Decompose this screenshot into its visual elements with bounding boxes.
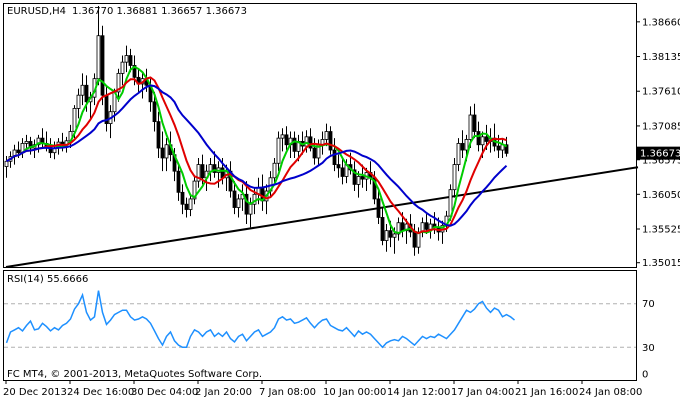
time-tick-label: 7 Jan 08:00 — [259, 387, 316, 398]
price-tick-label: 1.38135 — [642, 52, 680, 63]
rsi-tick-label: 30 — [642, 343, 655, 354]
current-price-label: 1.36673 — [637, 146, 680, 160]
chart-window: 1.38660 1.38135 1.37610 1.37085 1.36573 1.360… — [0, 0, 680, 400]
price-tick-label: 1.35525 — [642, 225, 680, 236]
price-tick-label: 1.37085 — [642, 121, 680, 132]
time-tick-label: 30 Dec 04:00 — [131, 387, 198, 398]
rsi-tick-label: 0 — [642, 370, 648, 381]
ohlc-values: 1.36770 1.36881 1.36657 1.36673 — [72, 6, 247, 17]
time-tick-label: 2 Jan 20:00 — [195, 387, 252, 398]
copyright-text: FC MT4, © 2001-2013, MetaQuotes Software… — [7, 369, 262, 380]
price-tick-label: 1.36050 — [642, 190, 680, 201]
time-tick-label: 24 Dec 16:00 — [67, 387, 134, 398]
time-tick-label: 21 Jan 16:00 — [515, 387, 578, 398]
price-tick-label: 1.38660 — [642, 17, 680, 28]
rsi-pane-frame[interactable] — [3, 270, 637, 381]
time-tick-label: 24 Jan 08:00 — [579, 387, 642, 398]
rsi-tick-label: 70 — [642, 299, 655, 310]
time-tick-label: 20 Dec 2013 — [3, 387, 67, 398]
time-tick-label: 17 Jan 04:00 — [451, 387, 514, 398]
price-axis: 1.386601.381351.376101.370851.365731.360… — [636, 17, 680, 269]
time-tick-label: 14 Jan 12:00 — [387, 387, 450, 398]
chart-canvas[interactable]: 1.386601.381351.376101.370851.365731.360… — [0, 0, 680, 400]
time-axis: 20 Dec 2013 24 Dec 16:0030 Dec 04:002 Jan… — [3, 380, 642, 398]
price-tick-label: 1.37610 — [642, 87, 680, 98]
current-price-value: 1.36673 — [640, 149, 680, 160]
symbol-timeframe: EURUSD,H4 — [7, 6, 66, 17]
rsi-label: RSI(14) 55.6666 — [7, 274, 88, 285]
price-tick-label: 1.35015 — [642, 258, 680, 269]
time-tick-label: 10 Jan 00:00 — [323, 387, 386, 398]
candle — [100, 25, 105, 106]
